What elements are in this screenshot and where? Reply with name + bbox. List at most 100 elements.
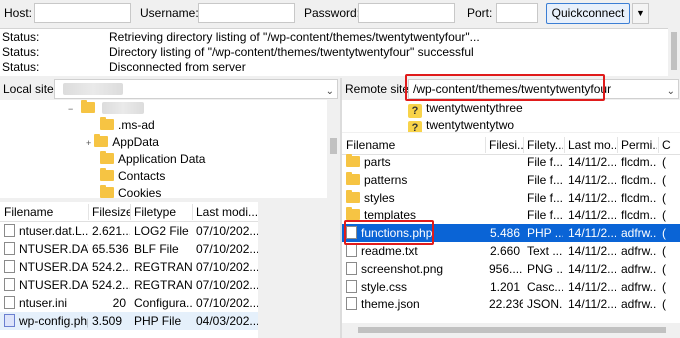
chevron-down-icon[interactable]: ⌄ [326, 83, 334, 98]
column-header-last-modified[interactable]: Last modi... [196, 205, 258, 219]
host-input[interactable] [34, 3, 131, 23]
tree-item-label: twentytwentythree [426, 101, 523, 115]
table-row[interactable]: style.css 1.201 Casc... 14/11/2... adfrw... ( [342, 278, 680, 296]
unknown-folder-icon: ? [408, 121, 422, 132]
collapse-icon[interactable]: − [68, 104, 73, 114]
file-name: wp-config.php [19, 314, 88, 328]
tree-item-label: Contacts [118, 169, 166, 183]
log-scrollbar[interactable] [668, 28, 680, 76]
file-size: 2.621... [92, 224, 130, 238]
log-status: Status: [2, 60, 40, 74]
table-row[interactable]: readme.txt 2.660 Text ... 14/11/2... adfrw..… [342, 242, 680, 260]
remote-file-list-header: Filename Filesi... Filety... Last mo... … [342, 135, 680, 155]
file-owner: ( [662, 244, 666, 258]
file-type: File f... [527, 155, 563, 169]
file-type: JSON... [527, 297, 563, 312]
column-header-filename[interactable]: Filename [346, 138, 486, 152]
tree-item[interactable]: ? twentytwentytwo [408, 117, 514, 132]
folder-icon [100, 117, 114, 130]
file-perms: adfrw... [621, 261, 657, 276]
file-type: PNG ... [527, 261, 563, 276]
table-row-selected[interactable]: functions.php 5.486 PHP ... 14/11/2... adfrw… [342, 224, 680, 243]
file-name: parts [364, 155, 391, 169]
table-row[interactable]: NTUSER.DAT... 524.2... REGTRAN... 07/10/… [0, 276, 258, 294]
username-label: Username: [140, 6, 199, 20]
remote-site-path[interactable]: /wp-content/themes/twentytwentyfour ⌄ [408, 79, 679, 99]
file-type: File f... [527, 172, 563, 187]
file-modified: 14/11/2... [568, 172, 616, 187]
file-owner: ( [662, 226, 666, 241]
tree-item[interactable]: .ms-ad [100, 117, 155, 133]
folder-icon [100, 151, 114, 164]
file-icon [346, 279, 357, 293]
table-row[interactable]: styles File f... 14/11/2... flcdm... ( [342, 189, 680, 207]
log-status: Status: [2, 45, 40, 59]
local-tree-scrollbar-thumb[interactable] [330, 138, 337, 154]
file-name: functions.php [361, 226, 433, 241]
file-size: 65.536 [92, 242, 129, 256]
file-name: screenshot.png [361, 261, 444, 276]
column-header-filetype[interactable]: Filety... [527, 138, 563, 152]
file-perms: adfrw... [621, 244, 657, 258]
file-modified: 14/11/2... [568, 261, 616, 276]
table-row[interactable]: NTUSER.DAT... 65.536 BLF File 07/10/202.… [0, 240, 258, 258]
folder-icon [94, 134, 109, 147]
tree-item[interactable]: Contacts [100, 168, 165, 184]
redacted-folder-blur [101, 102, 144, 114]
table-row[interactable]: ntuser.dat.L... 2.621... LOG2 File 07/10… [0, 222, 258, 240]
column-header-owner[interactable]: C [662, 138, 676, 152]
tree-item-user-folder[interactable]: − [68, 100, 144, 116]
file-perms: flcdm... [621, 190, 657, 205]
file-type: Casc... [527, 279, 563, 294]
log-scrollbar-thumb[interactable] [671, 32, 677, 70]
file-owner: ( [662, 172, 666, 187]
column-header-last-modified[interactable]: Last mo... [568, 138, 616, 152]
file-size: 20 [112, 296, 126, 310]
redacted-path-blur [63, 83, 123, 95]
file-size: 5.486 [489, 226, 520, 241]
column-header-filetype[interactable]: Filetype [134, 205, 192, 219]
column-header-filesize[interactable]: Filesize [92, 205, 130, 219]
file-modified: 14/11/2... [568, 155, 616, 169]
remote-list-hscrollbar[interactable] [342, 323, 680, 338]
column-header-filesize[interactable]: Filesi... [489, 138, 523, 152]
tree-item[interactable]: Application Data [100, 151, 205, 167]
pane-divider[interactable] [340, 78, 342, 338]
tree-item[interactable]: + AppData [86, 134, 159, 150]
quickconnect-button[interactable]: Quickconnect [546, 3, 630, 24]
tree-item[interactable]: Cookies [100, 185, 161, 198]
table-row-selected[interactable]: wp-config.php 3.509 PHP File 04/03/202..… [0, 312, 258, 330]
table-row[interactable]: theme.json 22.236 JSON... 14/11/2... adfrw..… [342, 295, 680, 313]
column-header-filename[interactable]: Filename [4, 205, 88, 219]
username-input[interactable] [198, 3, 295, 23]
table-row[interactable]: NTUSER.DAT... 524.2... REGTRAN... 07/10/… [0, 258, 258, 276]
password-input[interactable] [358, 3, 455, 23]
file-modified: 14/11/2... [568, 208, 616, 223]
expand-icon[interactable]: + [86, 138, 91, 148]
password-label: Password: [304, 6, 361, 20]
local-site-bar: Local site: ⌄ [0, 78, 340, 100]
table-row[interactable]: parts File f... 14/11/2... flcdm... ( [342, 153, 680, 171]
chevron-down-icon[interactable]: ⌄ [667, 83, 675, 98]
table-row[interactable]: templates File f... 14/11/2... flcdm... ( [342, 206, 680, 224]
file-name: ntuser.ini [19, 296, 68, 310]
local-tree-scrollbar[interactable] [327, 100, 340, 198]
file-name: patterns [364, 172, 408, 187]
local-file-list-header: Filename Filesize Filetype Last modi... [0, 202, 258, 222]
remote-list-hscrollbar-thumb[interactable] [358, 327, 666, 333]
table-row[interactable]: ntuser.ini 20 Configura... 07/10/202... [0, 294, 258, 312]
file-icon [346, 226, 357, 240]
table-row[interactable]: patterns File f... 14/11/2... flcdm... ( [342, 171, 680, 189]
file-owner: ( [662, 208, 666, 223]
port-input[interactable] [496, 3, 538, 23]
column-header-permissions[interactable]: Permi... [621, 138, 657, 152]
file-size: 956.... [489, 261, 523, 276]
quickconnect-dropdown-icon[interactable]: ▼ [632, 3, 649, 24]
folder-icon [346, 207, 360, 221]
local-site-path[interactable]: ⌄ [54, 79, 338, 99]
table-row[interactable]: screenshot.png 956.... PNG ... 14/11/2... ad… [342, 260, 680, 278]
file-name: style.css [361, 279, 408, 294]
tree-item[interactable]: ? twentytwentythree [408, 100, 523, 118]
file-type: File f... [527, 208, 563, 223]
remote-site-bar: Remote site: /wp-content/themes/twentytw… [342, 78, 680, 100]
